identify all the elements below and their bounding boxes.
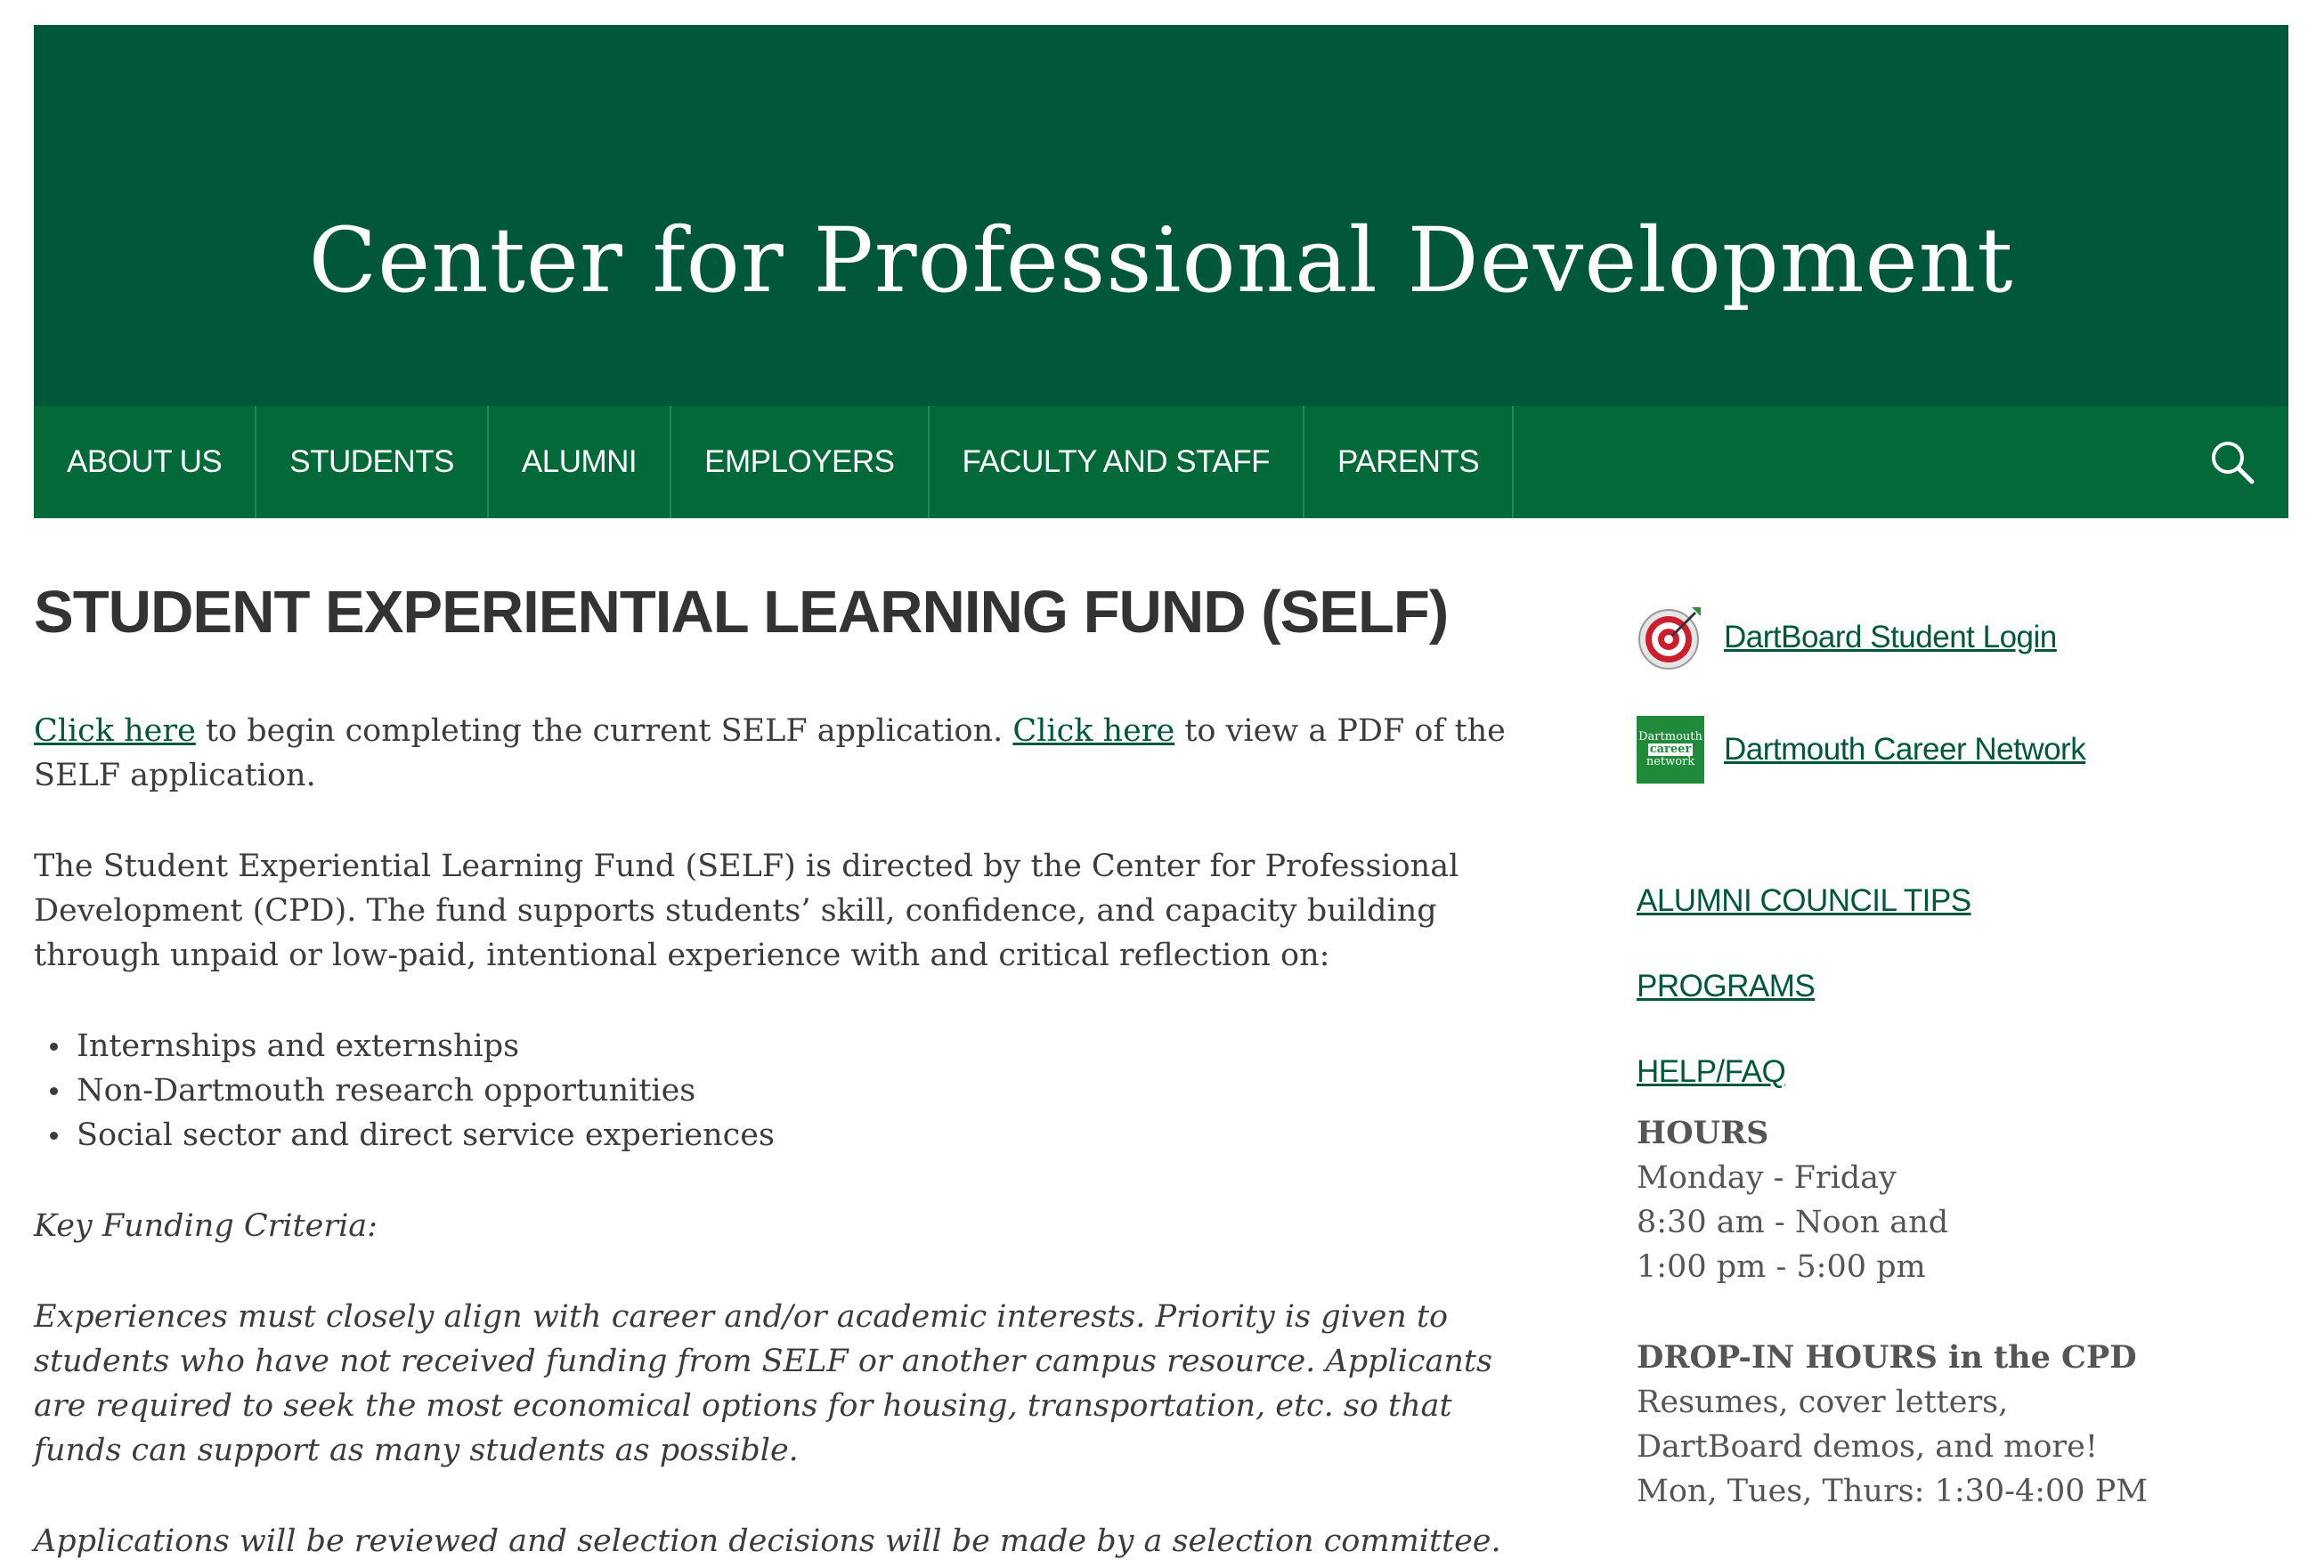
list-item: Non-Dartmouth research opportunities [50, 1068, 1512, 1113]
list-item: Social sector and direct service experie… [50, 1113, 1512, 1158]
main-nav: ABOUT US STUDENTS ALUMNI EMPLOYERS FACUL… [34, 406, 2288, 518]
nav-item-employers[interactable]: EMPLOYERS [671, 406, 930, 518]
hours-block: HOURS Monday - Friday 8:30 am - Noon and… [1637, 1111, 2260, 1289]
review-paragraph: Applications will be reviewed and select… [34, 1523, 1501, 1559]
dropin-line: Resumes, cover letters, [1637, 1385, 2009, 1420]
dropin-heading: DROP-IN HOURS in the CPD [1637, 1339, 2137, 1376]
focus-list: Internships and externships Non-Dartmout… [34, 1024, 1512, 1158]
intro-text-1: to begin completing the current SELF app… [195, 713, 1013, 749]
intro-paragraph: Click here to begin completing the curre… [34, 709, 1512, 798]
nav-item-parents[interactable]: PARENTS [1304, 406, 1515, 518]
nav-item-about-us[interactable]: ABOUT US [34, 406, 257, 518]
career-network-link[interactable]: Dartmouth Career Network [1724, 732, 2086, 768]
hours-heading: HOURS [1637, 1115, 1769, 1151]
sidebar: DartBoard Student Login Dartmouth career… [1637, 602, 2260, 1560]
page: Center for Professional Development ABOU… [0, 0, 2324, 1568]
nav-item-alumni[interactable]: ALUMNI [489, 406, 672, 518]
criteria-heading: Key Funding Criteria: [34, 1208, 378, 1244]
help-faq-link[interactable]: HELP/FAQ [1637, 1054, 2260, 1090]
site-title[interactable]: Center for Professional Development [34, 203, 2288, 319]
nav-item-students[interactable]: STUDENTS [256, 406, 489, 518]
site-header: Center for Professional Development [34, 25, 2288, 406]
programs-link[interactable]: PROGRAMS [1637, 969, 2260, 1004]
main-content: STUDENT EXPERIENTIAL LEARNING FUND (SELF… [34, 570, 1512, 1568]
dropin-block: DROP-IN HOURS in the CPD Resumes, cover … [1637, 1336, 2260, 1514]
hours-line: Monday - Friday [1637, 1160, 1897, 1196]
search-button[interactable] [2176, 406, 2288, 518]
nav-item-faculty-and-staff[interactable]: FACULTY AND STAFF [930, 406, 1304, 518]
hours-line: 8:30 am - Noon and [1637, 1205, 1949, 1240]
description-paragraph: The Student Experiential Learning Fund (… [34, 849, 1459, 973]
dartboard-row: DartBoard Student Login [1637, 602, 2260, 673]
dcn-row: Dartmouth career network Dartmouth Caree… [1637, 714, 2260, 785]
logo-line: network [1645, 755, 1695, 768]
page-title: STUDENT EXPERIENTIAL LEARNING FUND (SELF… [34, 579, 1449, 646]
search-icon [2212, 442, 2255, 484]
logo-line: career [1647, 743, 1694, 756]
alumni-council-tips-link[interactable]: ALUMNI COUNCIL TIPS [1637, 883, 2260, 919]
dropin-line: Mon, Tues, Thurs: 1:30-4:00 PM [1637, 1474, 2149, 1509]
target-icon[interactable] [1637, 604, 1704, 671]
begin-application-link[interactable]: Click here [34, 713, 196, 749]
view-pdf-link[interactable]: Click here [1012, 713, 1174, 749]
logo-line: Dartmouth [1638, 730, 1702, 743]
criteria-paragraph: Experiences must closely align with care… [34, 1299, 1492, 1468]
dropin-line: DartBoard demos, and more! [1637, 1429, 2098, 1465]
list-item: Internships and externships [50, 1024, 1512, 1068]
dartboard-login-link[interactable]: DartBoard Student Login [1724, 620, 2057, 655]
career-network-logo-icon[interactable]: Dartmouth career network [1637, 716, 1704, 784]
hours-line: 1:00 pm - 5:00 pm [1637, 1249, 1926, 1285]
